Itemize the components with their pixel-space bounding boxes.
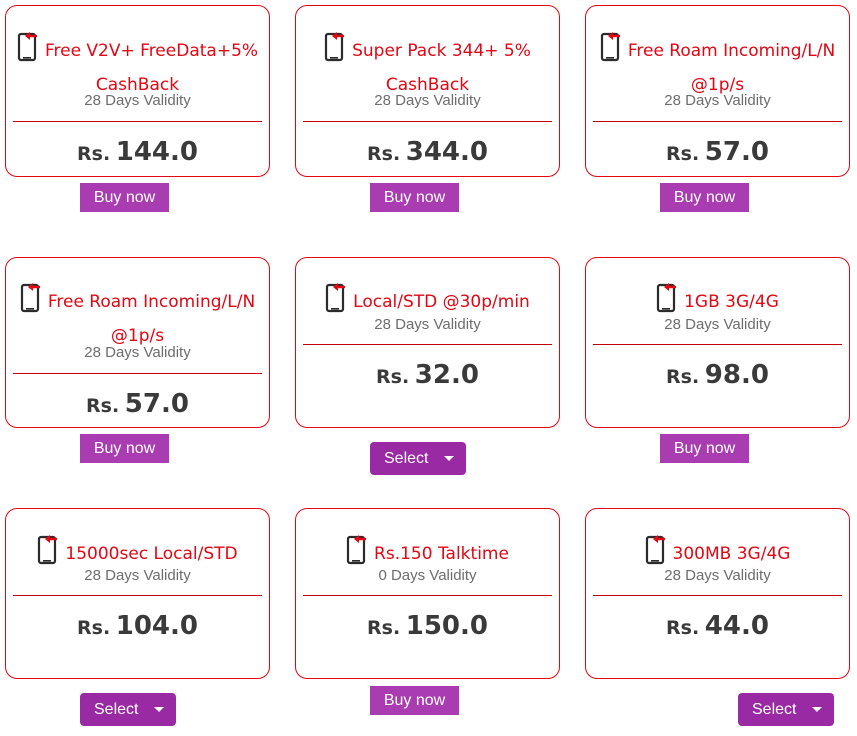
buy-now-button[interactable]: Buy now	[660, 434, 749, 463]
plan-title: Free Roam Incoming/L/N @1p/s	[14, 281, 261, 350]
divider	[303, 121, 552, 122]
buy-now-button[interactable]: Buy now	[370, 686, 459, 715]
plan-price: Rs. 57.0	[86, 389, 189, 419]
plan-price: Rs. 104.0	[77, 611, 198, 641]
divider	[13, 595, 262, 596]
plan-card: Local/STD @30p/min 28 Days Validity Rs. …	[295, 257, 560, 428]
plan-price: Rs. 98.0	[666, 360, 769, 390]
plan-validity: 28 Days Validity	[84, 344, 191, 361]
select-dropdown-button[interactable]: Select	[80, 693, 176, 726]
plan-validity: 0 Days Validity	[378, 567, 477, 584]
plan-validity: 28 Days Validity	[664, 92, 771, 109]
plan-price: Rs. 144.0	[77, 137, 198, 167]
plan-title: Free V2V+ FreeData+5% CashBack	[14, 30, 261, 99]
plan-validity: 28 Days Validity	[374, 92, 481, 109]
mobile-phone-arrow-icon	[20, 281, 42, 322]
mobile-phone-arrow-icon	[600, 30, 622, 71]
plan-price: Rs. 344.0	[367, 137, 488, 167]
mobile-phone-arrow-icon	[17, 30, 39, 71]
plan-card: Super Pack 344+ 5% CashBack 28 Days Valid…	[295, 5, 560, 177]
divider	[593, 344, 842, 345]
plan-price: Rs. 44.0	[666, 611, 769, 641]
plan-price: Rs. 150.0	[367, 611, 488, 641]
select-dropdown-button[interactable]: Select	[738, 693, 834, 726]
divider	[13, 121, 262, 122]
select-dropdown-button[interactable]: Select	[370, 442, 466, 475]
divider	[13, 373, 262, 374]
plan-title: Super Pack 344+ 5% CashBack	[304, 30, 551, 99]
buy-now-button[interactable]: Buy now	[80, 183, 169, 212]
buy-now-button[interactable]: Buy now	[80, 434, 169, 463]
buy-now-button[interactable]: Buy now	[370, 183, 459, 212]
mobile-phone-arrow-icon	[324, 30, 346, 71]
plan-card: Free Roam Incoming/L/N @1p/s 28 Days Vali…	[585, 5, 850, 177]
buy-now-button[interactable]: Buy now	[660, 183, 749, 212]
divider	[303, 595, 552, 596]
caret-down-icon	[444, 456, 454, 461]
plan-card: 15000sec Local/STD 28 Days Validity Rs. …	[5, 508, 270, 679]
divider	[593, 121, 842, 122]
plan-card: Free V2V+ FreeData+5% CashBack 28 Days Va…	[5, 5, 270, 177]
plan-validity: 28 Days Validity	[664, 316, 771, 333]
plan-price: Rs. 32.0	[376, 360, 479, 390]
plan-card: Free Roam Incoming/L/N @1p/s 28 Days Vali…	[5, 257, 270, 428]
plan-title: Free Roam Incoming/L/N @1p/s	[594, 30, 841, 99]
plan-validity: 28 Days Validity	[84, 92, 191, 109]
plan-validity: 28 Days Validity	[664, 567, 771, 584]
plan-card: 1GB 3G/4G 28 Days Validity Rs. 98.0	[585, 257, 850, 428]
plan-validity: 28 Days Validity	[84, 567, 191, 584]
plan-card: Rs.150 Talktime 0 Days Validity Rs. 150.…	[295, 508, 560, 679]
plan-price: Rs. 57.0	[666, 137, 769, 167]
plan-card: 300MB 3G/4G 28 Days Validity Rs. 44.0	[585, 508, 850, 679]
plan-validity: 28 Days Validity	[374, 316, 481, 333]
divider	[593, 595, 842, 596]
divider	[303, 344, 552, 345]
caret-down-icon	[154, 707, 164, 712]
caret-down-icon	[812, 707, 822, 712]
